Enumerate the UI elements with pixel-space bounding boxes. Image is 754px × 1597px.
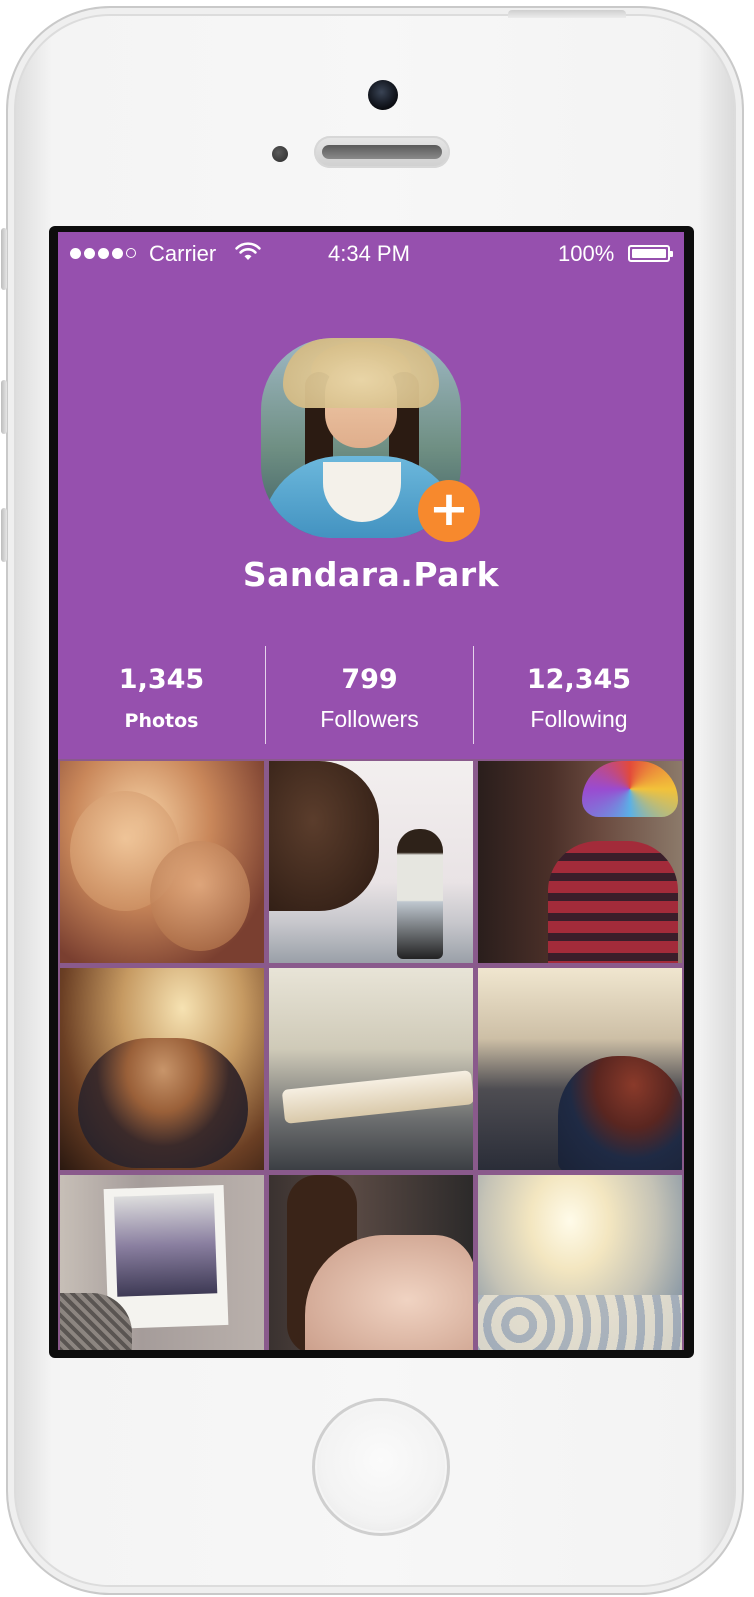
carrier-name: Carrier bbox=[149, 241, 217, 266]
stat-value: 12,345 bbox=[526, 664, 632, 695]
stat-label: Followers bbox=[320, 706, 419, 732]
photo-woman-on-bridge[interactable] bbox=[478, 968, 682, 1170]
stat-photos[interactable]: 1,345 Photos bbox=[58, 646, 265, 744]
mute-switch bbox=[1, 228, 7, 290]
home-button[interactable] bbox=[312, 1398, 450, 1536]
status-bar: Carrier 4:34 PM 100% bbox=[58, 232, 684, 276]
volume-up-button bbox=[1, 380, 7, 434]
photo-shoulder-hand[interactable] bbox=[269, 1175, 473, 1350]
stat-label: Following bbox=[530, 706, 628, 732]
stat-followers[interactable]: 799 Followers bbox=[266, 646, 473, 744]
signal-strength-icon bbox=[70, 248, 136, 259]
stat-label: Photos bbox=[124, 710, 199, 732]
volume-down-button bbox=[1, 508, 7, 562]
power-button bbox=[508, 10, 626, 18]
wifi-icon bbox=[235, 242, 261, 268]
photo-coffee-cup[interactable] bbox=[60, 968, 264, 1170]
status-time: 4:34 PM bbox=[328, 241, 410, 266]
battery-icon bbox=[628, 245, 673, 262]
photo-underwater-faces[interactable] bbox=[60, 761, 264, 963]
photo-grid bbox=[58, 759, 684, 1350]
photo-horse-and-woman[interactable] bbox=[269, 761, 473, 963]
stat-value: 799 bbox=[341, 664, 398, 695]
front-camera bbox=[368, 80, 398, 110]
profile-screen: Carrier 4:34 PM 100% + Sandara.Park 1,34… bbox=[58, 232, 684, 1350]
stat-following[interactable]: 12,345 Following bbox=[474, 646, 684, 744]
profile-stats: 1,345 Photos 799 Followers 12,345 Follow… bbox=[58, 646, 684, 744]
add-photo-button[interactable]: + bbox=[418, 480, 480, 542]
profile-username: Sandara.Park bbox=[242, 555, 500, 594]
photo-sun-over-clouds[interactable] bbox=[478, 1175, 682, 1350]
battery-percentage: 100% bbox=[558, 241, 615, 266]
plus-icon: + bbox=[428, 481, 470, 537]
photo-notebook[interactable] bbox=[269, 968, 473, 1170]
photo-polaroid-street[interactable] bbox=[60, 1175, 264, 1350]
stat-value: 1,345 bbox=[118, 664, 205, 695]
proximity-sensor bbox=[272, 146, 288, 162]
photo-masked-person[interactable] bbox=[478, 761, 682, 963]
earpiece-speaker bbox=[314, 136, 450, 168]
